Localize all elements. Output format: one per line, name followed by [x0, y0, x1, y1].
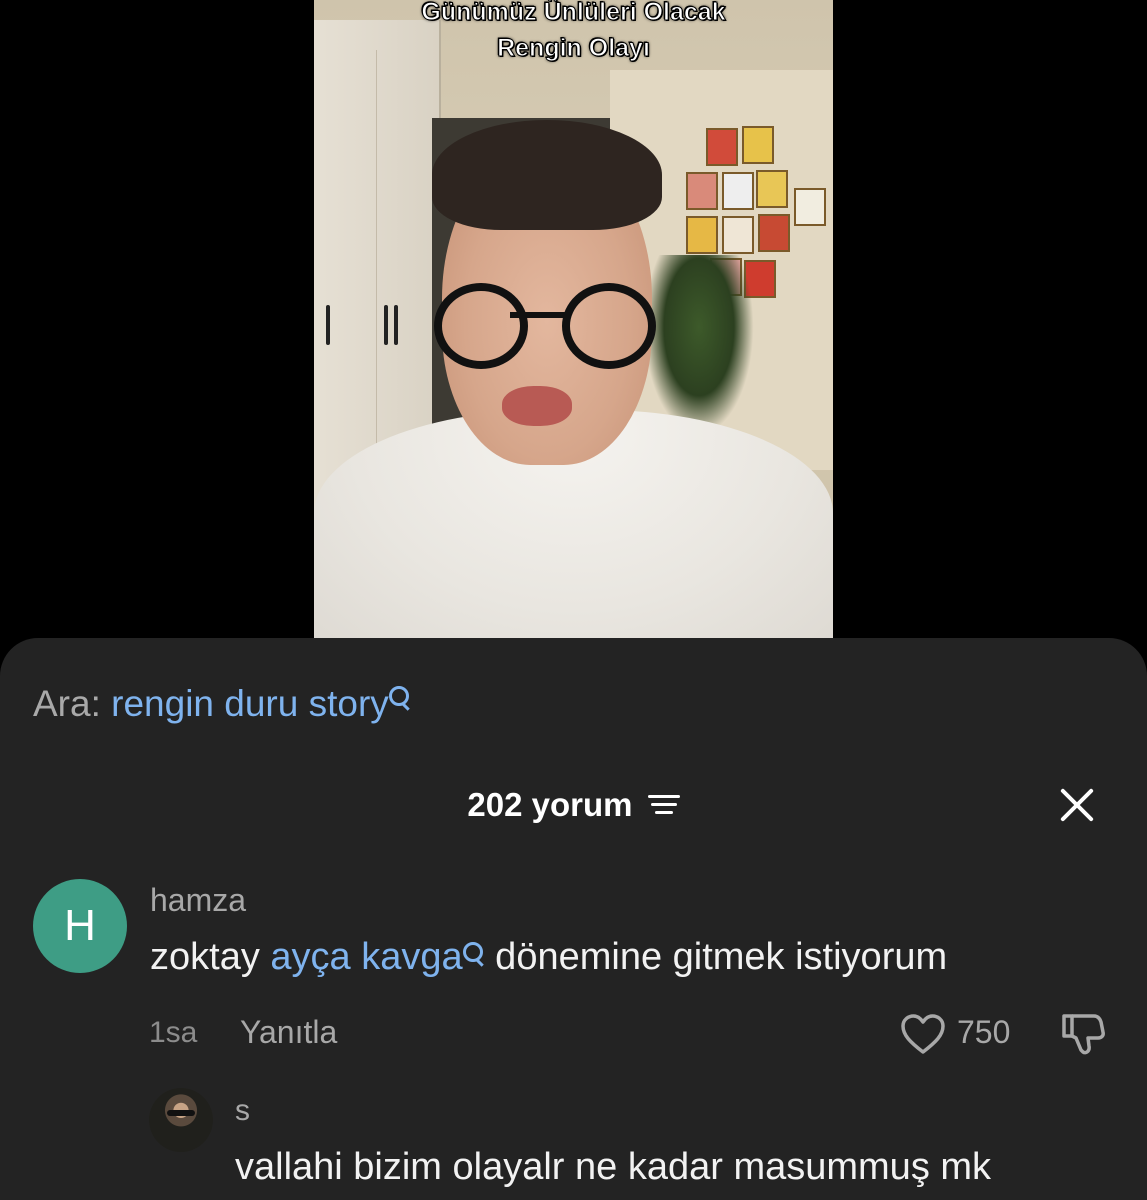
like-count: 750	[957, 1014, 1011, 1050]
poster	[758, 214, 790, 252]
avatar[interactable]: H	[33, 879, 127, 973]
comment-count: 202 yorum	[467, 786, 633, 823]
reply-username[interactable]: s	[235, 1094, 250, 1128]
poster	[686, 216, 718, 254]
poster	[742, 126, 774, 164]
poster	[794, 188, 826, 226]
reply-avatar[interactable]	[149, 1088, 213, 1152]
comments-header: 202 yorum	[0, 782, 1147, 828]
caption-line-1: Günümüz Ünlüleri Olacak	[421, 0, 726, 27]
search-suggestion[interactable]: Ara: rengin duru story	[33, 680, 411, 728]
caption-line-2: Rengin Olayı	[497, 34, 651, 63]
search-icon	[462, 942, 485, 966]
poster	[722, 172, 754, 210]
reply-text: vallahi bizim olayalr ne kadar masummuş …	[235, 1146, 992, 1188]
video-caption: Günümüz Ünlüleri Olacak Rengin Olayı	[314, 0, 833, 66]
person-hair	[432, 120, 662, 230]
comment-text: zoktay ayça kavga dönemine gitmek istiyo…	[150, 936, 947, 979]
comment-search-link[interactable]: ayça kavga	[270, 936, 462, 978]
poster	[706, 128, 738, 166]
sort-lines-icon[interactable]	[647, 793, 680, 817]
glasses-right-lens	[562, 283, 656, 369]
poster	[756, 170, 788, 208]
glasses-left-lens	[434, 283, 528, 369]
heart-icon[interactable]	[900, 1013, 946, 1060]
close-icon[interactable]	[1057, 785, 1097, 825]
person-mouth	[502, 386, 572, 426]
wardrobe-handle	[394, 305, 398, 345]
video-player[interactable]: Günümüz Ünlüleri Olacak Rengin Olayı	[314, 0, 833, 638]
plant	[644, 255, 754, 435]
comment-text-before: zoktay	[150, 936, 271, 978]
dislike-icon[interactable]	[1058, 1010, 1106, 1063]
poster	[686, 172, 718, 210]
comment-username[interactable]: hamza	[150, 882, 246, 919]
poster	[722, 216, 754, 254]
wardrobe-handle	[326, 305, 330, 345]
comment-time: 1sa	[149, 1016, 198, 1049]
comment-text-after: dönemine gitmek istiyorum	[484, 936, 948, 978]
search-prefix: Ara:	[33, 683, 101, 724]
reply-button[interactable]: Yanıtla	[240, 1014, 337, 1051]
glasses-bridge	[510, 312, 570, 318]
search-icon	[388, 686, 411, 710]
wardrobe-handle	[384, 305, 388, 345]
search-term-link[interactable]: rengin duru story	[111, 683, 389, 724]
